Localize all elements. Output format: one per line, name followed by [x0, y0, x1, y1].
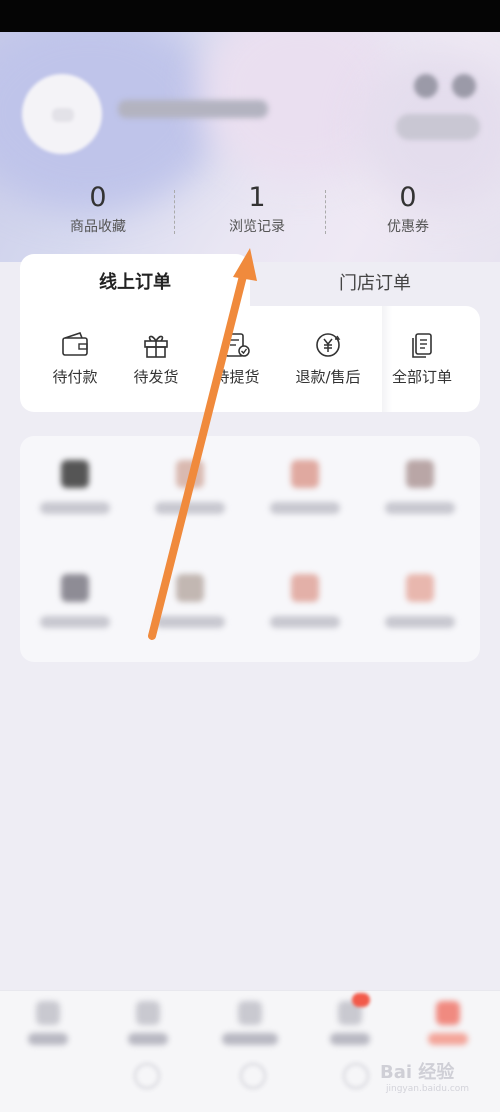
stat-label: 优惠券 — [387, 219, 429, 235]
tool-icon — [176, 460, 204, 488]
settings-icon[interactable] — [452, 74, 476, 98]
stat-label: 商品收藏 — [70, 219, 126, 235]
tool-icon — [61, 460, 89, 488]
stat-divider — [174, 190, 175, 234]
status-bar — [0, 0, 500, 32]
tools-grid-blurred — [20, 436, 480, 662]
nav-item-home[interactable] — [18, 1001, 78, 1045]
tab-online-orders[interactable]: 线上订单 — [20, 254, 250, 314]
refund-yen-icon — [316, 333, 341, 357]
pickup-receipt-icon — [225, 333, 250, 357]
order-tabs: 线上订单 门店订单 — [20, 254, 480, 314]
tool-icon — [61, 574, 89, 602]
tool-label-blurred — [155, 616, 225, 628]
order-label: 全部订单 — [391, 368, 452, 386]
order-pending-payment[interactable]: 待付款 — [30, 330, 120, 387]
stat-value: 0 — [399, 182, 417, 213]
order-label: 待发货 — [133, 368, 179, 386]
stat-value: 0 — [89, 182, 107, 213]
tool-label-blurred — [385, 616, 455, 628]
message-icon[interactable] — [414, 74, 438, 98]
watermark-text: Bai 经验 — [380, 1062, 455, 1083]
tool-icon — [406, 460, 434, 488]
username-blurred — [118, 100, 268, 118]
order-label: 待付款 — [52, 368, 98, 386]
tool-label-blurred — [40, 502, 110, 514]
order-status-panel: 待付款 待发货 待提货 退款/售后 全部订单 — [20, 306, 480, 412]
order-label: 待提货 — [214, 368, 260, 386]
tool-item[interactable] — [135, 436, 245, 546]
nav-label-blurred — [428, 1033, 468, 1045]
tool-label-blurred — [385, 502, 455, 514]
category-icon — [136, 1001, 160, 1025]
tool-item[interactable] — [250, 436, 360, 546]
stat-label: 浏览记录 — [229, 219, 285, 235]
nav-label-blurred — [330, 1033, 370, 1045]
order-pending-pickup[interactable]: 待提货 — [192, 330, 282, 387]
order-all[interactable]: 全部订单 — [377, 330, 467, 387]
tool-label-blurred — [270, 502, 340, 514]
tool-item[interactable] — [250, 550, 360, 660]
stat-favorites[interactable]: 0 商品收藏 — [28, 182, 168, 236]
tool-label-blurred — [40, 616, 110, 628]
order-refund-aftersale[interactable]: 退款/售后 — [283, 330, 373, 387]
member-badge[interactable] — [396, 114, 480, 140]
nav-item-cart[interactable] — [320, 1001, 380, 1045]
wallet-icon — [62, 332, 88, 356]
tool-icon — [176, 574, 204, 602]
watermark-url: jingyan.baidu.com — [386, 1084, 470, 1094]
order-label: 退款/售后 — [295, 368, 361, 386]
nav-label-blurred — [222, 1033, 278, 1045]
tool-item[interactable] — [135, 550, 245, 660]
gift-icon — [144, 335, 168, 358]
tool-icon — [291, 460, 319, 488]
tool-item[interactable] — [365, 436, 475, 546]
stat-divider — [325, 190, 326, 234]
order-pending-shipment[interactable]: 待发货 — [111, 330, 201, 387]
tool-item[interactable] — [20, 550, 130, 660]
system-recents-icon[interactable] — [343, 1063, 369, 1089]
service-icon — [238, 1001, 262, 1025]
profile-icon — [436, 1001, 460, 1025]
system-back-icon[interactable] — [134, 1063, 160, 1089]
tool-item[interactable] — [365, 550, 475, 660]
tool-label-blurred — [155, 502, 225, 514]
tool-icon — [291, 574, 319, 602]
stat-history[interactable]: 1 浏览记录 — [187, 182, 327, 236]
stat-value: 1 — [248, 182, 266, 213]
stat-coupons[interactable]: 0 优惠券 — [338, 182, 478, 236]
nav-item-category[interactable] — [118, 1001, 178, 1045]
tab-store-orders[interactable]: 门店订单 — [270, 264, 480, 310]
all-orders-icon — [412, 333, 432, 358]
nav-label-blurred — [128, 1033, 168, 1045]
tool-item[interactable] — [20, 436, 130, 546]
system-home-icon[interactable] — [240, 1063, 266, 1089]
nav-item-profile[interactable] — [418, 1001, 478, 1045]
nav-label-blurred — [28, 1033, 68, 1045]
home-icon — [36, 1001, 60, 1025]
cart-badge — [352, 993, 370, 1007]
tool-icon — [406, 574, 434, 602]
tool-label-blurred — [270, 616, 340, 628]
nav-item-service[interactable] — [220, 1001, 280, 1045]
avatar[interactable] — [22, 74, 102, 154]
